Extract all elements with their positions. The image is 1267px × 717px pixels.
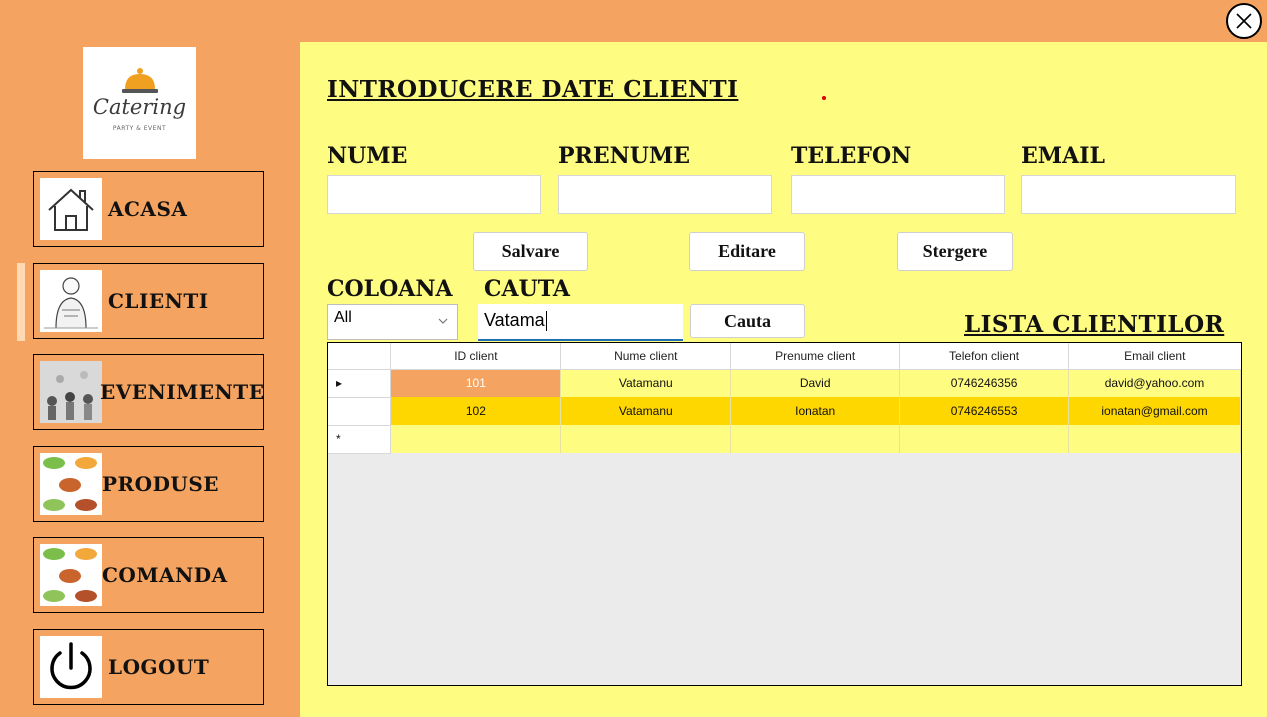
search-button[interactable]: Cauta	[690, 304, 805, 338]
table-cell[interactable]: 101	[390, 369, 562, 397]
current-row-marker: ▸	[328, 369, 392, 398]
sidebar-item-comanda[interactable]: COMANDA	[33, 537, 264, 613]
sidebar-item-label: LOGOUT	[108, 655, 210, 679]
telefon-label: TELEFON	[791, 143, 912, 169]
logo-tagline: PARTY & EVENT	[112, 125, 167, 132]
table-cell[interactable]	[730, 425, 901, 453]
save-button[interactable]: Salvare	[473, 232, 588, 271]
client-photo-icon	[40, 270, 102, 332]
new-row-marker: *	[328, 425, 392, 454]
column-header[interactable]: Prenume client	[730, 343, 901, 370]
table-cell[interactable]	[899, 425, 1070, 453]
table-cell[interactable]: Ionatan	[730, 397, 901, 425]
prenume-input[interactable]	[558, 175, 772, 214]
sidebar-item-produse[interactable]: PRODUSE	[33, 446, 264, 522]
table-cell[interactable]: Vatamanu	[560, 369, 732, 397]
close-button[interactable]	[1226, 3, 1262, 39]
table-cell[interactable]: 0746246356	[899, 369, 1070, 397]
column-header[interactable]: ID client	[390, 343, 562, 370]
table-row[interactable]: 102 Vatamanu Ionatan 0746246553 ionatan@…	[328, 397, 1241, 426]
row-header[interactable]	[328, 397, 392, 426]
food-photo-icon	[40, 544, 102, 606]
sidebar-item-clienti[interactable]: CLIENTI	[33, 263, 264, 339]
nume-input[interactable]	[327, 175, 541, 214]
sidebar-item-logout[interactable]: LOGOUT	[33, 629, 264, 705]
sidebar-item-acasa[interactable]: ACASA	[33, 171, 264, 247]
cloche-icon	[122, 68, 158, 93]
sidebar-item-evenimente[interactable]: EVENIMENTE	[33, 354, 264, 430]
clients-grid[interactable]: ID client Nume client Prenume client Tel…	[327, 342, 1242, 686]
form-title: INTRODUCERE DATE CLIENTI	[327, 76, 739, 103]
event-photo-icon	[40, 361, 102, 423]
sidebar-item-label: EVENIMENTE	[100, 380, 265, 404]
nume-label: NUME	[327, 143, 408, 169]
column-select[interactable]: All	[327, 304, 458, 340]
new-row[interactable]: *	[328, 425, 1241, 454]
sidebar-item-label: CLIENTI	[108, 289, 209, 313]
search-input[interactable]: Vatama	[478, 304, 683, 341]
search-label: CAUTA	[484, 276, 571, 302]
list-title: LISTA CLIENTILOR	[964, 311, 1225, 338]
sidebar-item-label: ACASA	[108, 197, 188, 221]
home-icon	[40, 178, 102, 240]
close-icon	[1236, 13, 1252, 29]
table-cell[interactable]: Vatamanu	[560, 397, 732, 425]
column-label: COLOANA	[327, 276, 453, 302]
table-cell[interactable]: david@yahoo.com	[1068, 369, 1241, 397]
table-cell[interactable]	[1068, 425, 1241, 453]
table-cell[interactable]: ionatan@gmail.com	[1068, 397, 1241, 425]
table-cell[interactable]	[560, 425, 732, 453]
prenume-label: PRENUME	[558, 143, 691, 169]
table-cell[interactable]	[390, 425, 562, 453]
column-header[interactable]: Email client	[1068, 343, 1241, 370]
column-select-value: All	[334, 309, 352, 326]
catering-logo: Catering PARTY & EVENT	[83, 47, 196, 159]
column-header[interactable]: Nume client	[560, 343, 732, 370]
column-header[interactable]: Telefon client	[899, 343, 1070, 370]
sidebar-item-label: PRODUSE	[102, 472, 220, 496]
table-cell[interactable]: David	[730, 369, 901, 397]
email-input[interactable]	[1021, 175, 1236, 214]
text-caret	[545, 311, 547, 332]
food-photo-icon	[40, 453, 102, 515]
table-cell[interactable]: 0746246553	[899, 397, 1070, 425]
table-row[interactable]: ▸ 101 Vatamanu David 0746246356 david@ya…	[328, 369, 1241, 398]
chevron-down-icon	[438, 318, 448, 324]
edit-button[interactable]: Editare	[689, 232, 805, 271]
grid-corner	[328, 343, 392, 370]
active-nav-indicator	[17, 263, 25, 341]
red-dot	[822, 96, 826, 100]
sidebar-item-label: COMANDA	[102, 563, 228, 587]
delete-button[interactable]: Stergere	[897, 232, 1013, 271]
search-input-value: Vatama	[484, 310, 545, 330]
email-label: EMAIL	[1021, 143, 1105, 169]
logo-brand: Catering	[92, 95, 187, 119]
power-icon	[40, 636, 102, 698]
telefon-input[interactable]	[791, 175, 1005, 214]
table-cell[interactable]: 102	[390, 397, 562, 425]
